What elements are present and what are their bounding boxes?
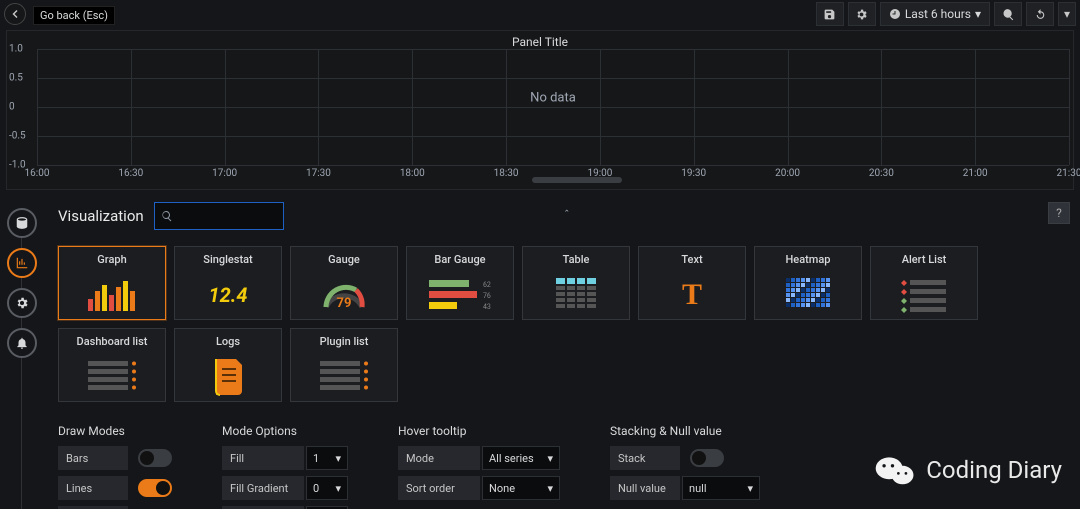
svg-text:62: 62	[483, 281, 491, 289]
save-button[interactable]	[816, 2, 844, 26]
gear-icon	[855, 8, 868, 21]
lines-label: Lines	[58, 476, 128, 500]
chart-icon	[15, 256, 29, 270]
tab-queries[interactable]	[7, 208, 37, 238]
no-data-label: No data	[530, 91, 576, 106]
viz-card-label: Bar Gauge	[434, 253, 485, 266]
viz-card-gauge[interactable]: Gauge 79	[290, 246, 398, 320]
zoom-out-icon	[1002, 8, 1015, 21]
back-button[interactable]: Go back (Esc)	[4, 3, 26, 25]
chevron-down-icon: ▾	[747, 482, 753, 495]
settings-button[interactable]	[848, 2, 876, 26]
tab-visualization[interactable]	[7, 248, 37, 278]
viz-card-icon: 12.4	[208, 270, 247, 319]
viz-card-table[interactable]: Table	[522, 246, 630, 320]
viz-card-icon	[318, 352, 370, 401]
viz-card-label: Graph	[97, 253, 126, 266]
viz-search[interactable]	[154, 202, 284, 230]
panel-title: Panel Title	[7, 31, 1073, 49]
draw-modes-title: Draw Modes	[58, 424, 172, 438]
viz-card-label: Singlestat	[203, 253, 252, 266]
viz-card-logs[interactable]: Logs	[174, 328, 282, 402]
viz-card-label: Table	[563, 253, 590, 266]
tab-alert[interactable]	[7, 328, 37, 358]
viz-card-icon: T	[682, 270, 702, 319]
viz-card-label: Logs	[216, 335, 240, 348]
panel-chart[interactable]: No data -1.0-0.500.51.016:0016:3017:0017…	[37, 49, 1069, 179]
stacking-title: Stacking & Null value	[610, 424, 760, 438]
arrow-left-icon	[9, 8, 21, 20]
fill-gradient-label: Fill Gradient	[222, 476, 304, 500]
chevron-down-icon: ▾	[1064, 7, 1070, 21]
viz-card-graph[interactable]: Graph	[58, 246, 166, 320]
viz-card-icon	[86, 352, 138, 401]
zoom-out-button[interactable]	[994, 2, 1022, 26]
viz-card-icon	[898, 270, 950, 319]
viz-card-label: Plugin list	[320, 335, 369, 348]
tab-general[interactable]	[7, 288, 37, 318]
tooltip-mode-select[interactable]: All series▾	[482, 446, 560, 470]
viz-card-label: Heatmap	[786, 253, 831, 266]
refresh-button[interactable]	[1026, 2, 1054, 26]
null-value-select[interactable]: null▾	[682, 476, 760, 500]
fill-gradient-select[interactable]: 0▾	[306, 476, 348, 500]
viz-card-heatmap[interactable]: Heatmap	[754, 246, 862, 320]
sort-order-select[interactable]: None▾	[482, 476, 560, 500]
tooltip-mode-label: Mode	[398, 446, 480, 470]
viz-card-dashboard-list[interactable]: Dashboard list	[58, 328, 166, 402]
hover-tooltip-title: Hover tooltip	[398, 424, 560, 438]
viz-card-label: Dashboard list	[77, 335, 148, 348]
fill-select[interactable]: 1▾	[306, 446, 348, 470]
lines-toggle[interactable]	[138, 479, 172, 497]
section-title: Visualization	[58, 207, 144, 225]
viz-card-bar-gauge[interactable]: Bar Gauge 62 76 43	[406, 246, 514, 320]
panel: Panel Title No data -1.0-0.500.51.016:00…	[6, 30, 1074, 190]
viz-card-singlestat[interactable]: Singlestat 12.4	[174, 246, 282, 320]
viz-card-plugin-list[interactable]: Plugin list	[290, 328, 398, 402]
chevron-down-icon: ▾	[975, 7, 981, 21]
viz-card-label: Gauge	[328, 253, 360, 266]
viz-card-alert-list[interactable]: Alert List	[870, 246, 978, 320]
svg-text:43: 43	[483, 303, 491, 311]
refresh-icon	[1034, 8, 1047, 21]
viz-card-icon: 79	[318, 270, 370, 319]
viz-card-label: Text	[681, 253, 702, 266]
save-icon	[823, 8, 836, 21]
stack-label: Stack	[610, 446, 680, 470]
null-value-label: Null value	[610, 476, 680, 500]
help-button[interactable]: ?	[1048, 202, 1070, 224]
bell-icon	[15, 336, 29, 350]
viz-card-icon	[210, 352, 246, 401]
bars-toggle[interactable]	[138, 449, 172, 467]
sort-order-label: Sort order	[398, 476, 480, 500]
chevron-down-icon: ▾	[547, 482, 553, 495]
viz-card-icon	[786, 270, 830, 319]
time-range-picker[interactable]: Last 6 hours ▾	[880, 2, 990, 26]
mode-options-title: Mode Options	[222, 424, 348, 438]
chevron-down-icon: ▾	[335, 452, 341, 465]
viz-card-icon	[556, 270, 596, 319]
gear-icon	[15, 296, 29, 310]
viz-card-icon: 62 76 43	[429, 270, 491, 319]
viz-card-icon	[86, 270, 138, 319]
bars-label: Bars	[58, 446, 128, 470]
collapse-toggle[interactable]: ˆ	[564, 208, 570, 222]
back-tooltip: Go back (Esc)	[33, 6, 115, 25]
chevron-down-icon: ▾	[547, 452, 553, 465]
search-icon	[161, 210, 173, 222]
stack-toggle[interactable]	[690, 449, 724, 467]
time-range-label: Last 6 hours	[905, 7, 971, 21]
clock-icon	[889, 8, 901, 20]
viz-card-label: Alert List	[902, 253, 947, 266]
chevron-down-icon: ▾	[335, 482, 341, 495]
refresh-interval-button[interactable]: ▾	[1058, 2, 1076, 26]
fill-label: Fill	[222, 446, 304, 470]
database-icon	[15, 216, 29, 230]
svg-text:76: 76	[483, 292, 491, 300]
svg-text:79: 79	[337, 296, 352, 311]
viz-card-text[interactable]: Text T	[638, 246, 746, 320]
viz-search-input[interactable]	[177, 209, 267, 223]
